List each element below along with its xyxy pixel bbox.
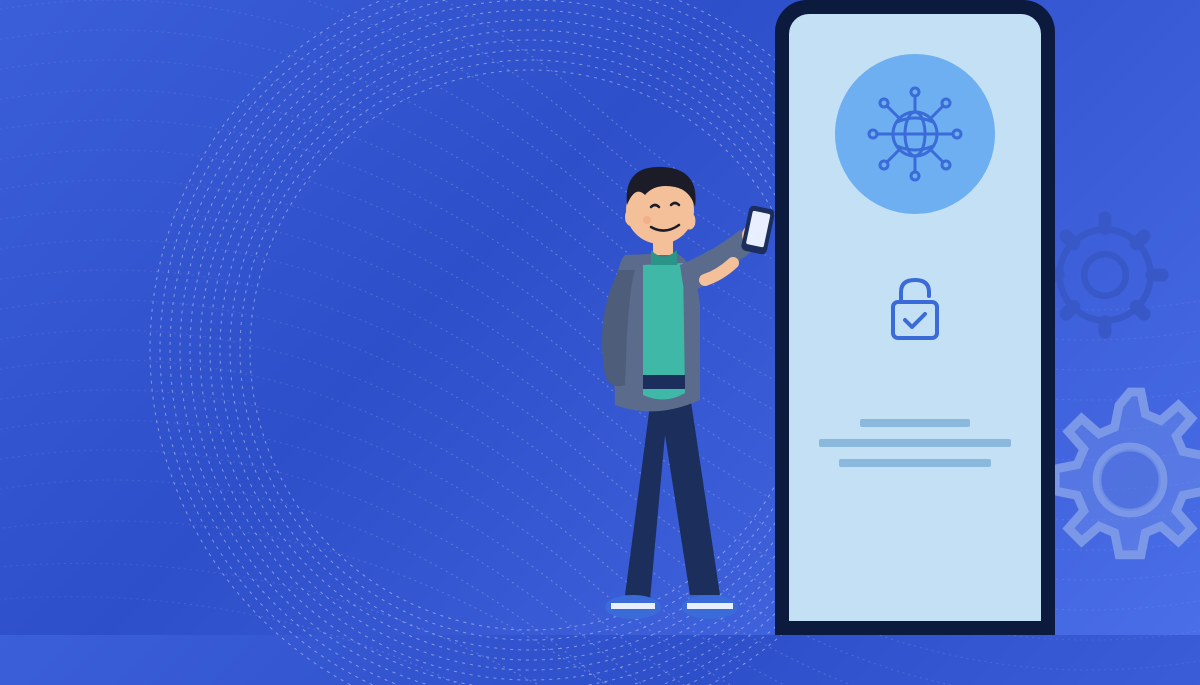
text-line	[819, 439, 1011, 447]
small-phone-icon	[741, 205, 776, 255]
gear-small-icon	[1040, 210, 1170, 340]
globe-network-badge	[835, 54, 995, 214]
large-phone-device	[775, 0, 1055, 635]
phone-frame	[775, 0, 1055, 635]
placeholder-text-lines	[814, 419, 1016, 467]
globe-network-icon	[865, 84, 965, 184]
text-line	[839, 459, 990, 467]
text-line	[860, 419, 971, 427]
unlock-check-icon	[885, 274, 945, 349]
phone-screen	[789, 14, 1041, 621]
person-illustration	[555, 135, 785, 635]
